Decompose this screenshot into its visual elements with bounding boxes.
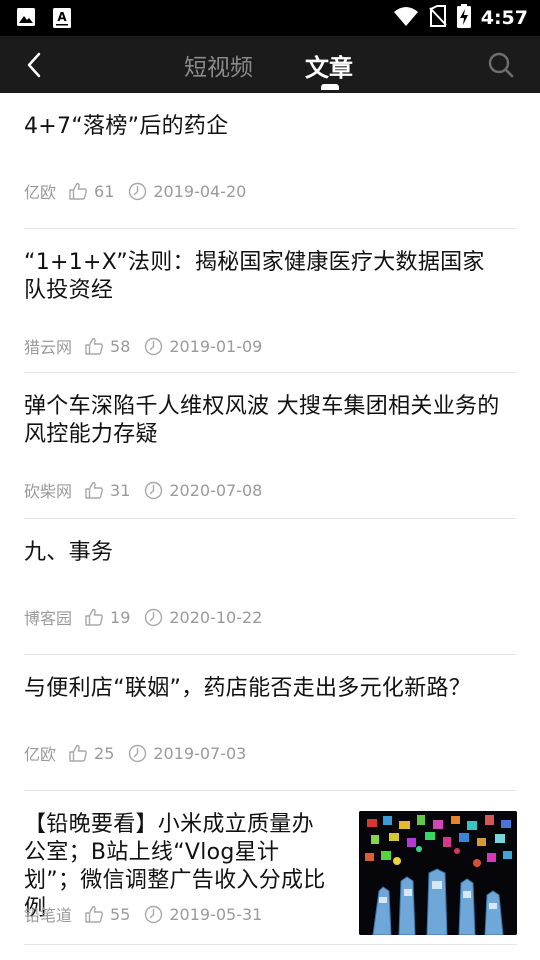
clock-icon — [128, 744, 147, 763]
wifi-icon — [393, 5, 419, 31]
thumbs-up-icon — [68, 743, 88, 763]
article-source: 亿欧 — [24, 183, 57, 202]
search-button[interactable] — [486, 50, 518, 80]
article-title: “1+1+X”法则：揭秘国家健康医疗大数据国家队投资经 — [24, 250, 485, 303]
thumbs-up-icon — [84, 480, 104, 500]
article-date: 2019-05-31 — [169, 904, 263, 924]
article-title: 与便利店“联姻”，药店能否走出多元化新路？ — [24, 676, 472, 701]
article-item[interactable]: 九、事务 博客园 19 2020-10-22 — [24, 519, 517, 655]
article-source: 猎云网 — [24, 338, 73, 357]
svg-text:A: A — [57, 10, 67, 24]
article-item[interactable]: 【铅晚要看】小米成立质量办公室；B站上线“Vlog星计划”；微信调整广告收入分成… — [24, 791, 517, 945]
search-icon — [488, 52, 514, 78]
article-meta: 铅笔道 55 2019-05-31 — [24, 904, 263, 926]
thumbs-up-icon — [84, 336, 104, 356]
article-meta: 砍柴网 31 2020-07-08 — [24, 480, 263, 502]
no-sim-icon — [429, 5, 447, 31]
status-time: 4:57 — [480, 7, 528, 29]
article-date: 2019-04-20 — [153, 181, 247, 201]
image-notification-icon — [16, 7, 36, 33]
article-likes: 25 — [94, 743, 115, 763]
article-source: 铅笔道 — [24, 906, 73, 925]
status-bar: A 4:57 — [0, 0, 540, 36]
article-title: 4+7“落榜”后的药企 — [24, 114, 229, 139]
top-app-bar: 短视频 文章 — [0, 36, 540, 93]
article-item[interactable]: “1+1+X”法则：揭秘国家健康医疗大数据国家队投资经 猎云网 58 2019-… — [24, 229, 517, 373]
article-meta: 亿欧 61 2019-04-20 — [24, 181, 247, 203]
article-thumbnail — [359, 811, 517, 935]
active-tab-indicator — [321, 84, 339, 90]
clock-icon — [144, 905, 163, 924]
tab-articles[interactable]: 文章 — [305, 48, 353, 83]
article-likes: 61 — [94, 181, 115, 201]
article-date: 2020-10-22 — [169, 607, 263, 627]
article-title: 弹个车深陷千人维权风波 大搜车集团相关业务的风控能力存疑 — [24, 394, 500, 447]
article-likes: 55 — [110, 904, 131, 924]
back-button[interactable] — [18, 50, 50, 80]
tab-short-video[interactable]: 短视频 — [184, 48, 253, 82]
article-source: 亿欧 — [24, 745, 57, 764]
article-meta: 猎云网 58 2019-01-09 — [24, 336, 263, 358]
thumbs-up-icon — [68, 181, 88, 201]
article-date: 2019-07-03 — [153, 743, 247, 763]
article-item[interactable]: 4+7“落榜”后的药企 亿欧 61 2019-04-20 — [24, 93, 517, 229]
article-meta: 博客园 19 2020-10-22 — [24, 607, 263, 629]
thumbs-up-icon — [84, 607, 104, 627]
article-source: 砍柴网 — [24, 482, 73, 501]
article-meta: 亿欧 25 2019-07-03 — [24, 743, 247, 765]
article-item[interactable]: 与便利店“联姻”，药店能否走出多元化新路？ 亿欧 25 2019-07-03 — [24, 655, 517, 791]
article-date: 2019-01-09 — [169, 336, 263, 356]
clock-icon — [144, 337, 163, 356]
article-title: 九、事务 — [24, 540, 114, 565]
article-item[interactable]: 弹个车深陷千人维权风波 大搜车集团相关业务的风控能力存疑 砍柴网 31 2020… — [24, 373, 517, 519]
article-likes: 31 — [110, 480, 131, 500]
font-notification-icon: A — [52, 7, 72, 33]
article-source: 博客园 — [24, 609, 73, 628]
clock-icon — [144, 481, 163, 500]
clock-icon — [128, 182, 147, 201]
thumbs-up-icon — [84, 904, 104, 924]
clock-icon — [144, 608, 163, 627]
article-likes: 58 — [110, 336, 131, 356]
article-likes: 19 — [110, 607, 131, 627]
battery-charging-icon — [456, 4, 471, 32]
article-date: 2020-07-08 — [169, 480, 263, 500]
chevron-left-icon — [27, 52, 41, 78]
